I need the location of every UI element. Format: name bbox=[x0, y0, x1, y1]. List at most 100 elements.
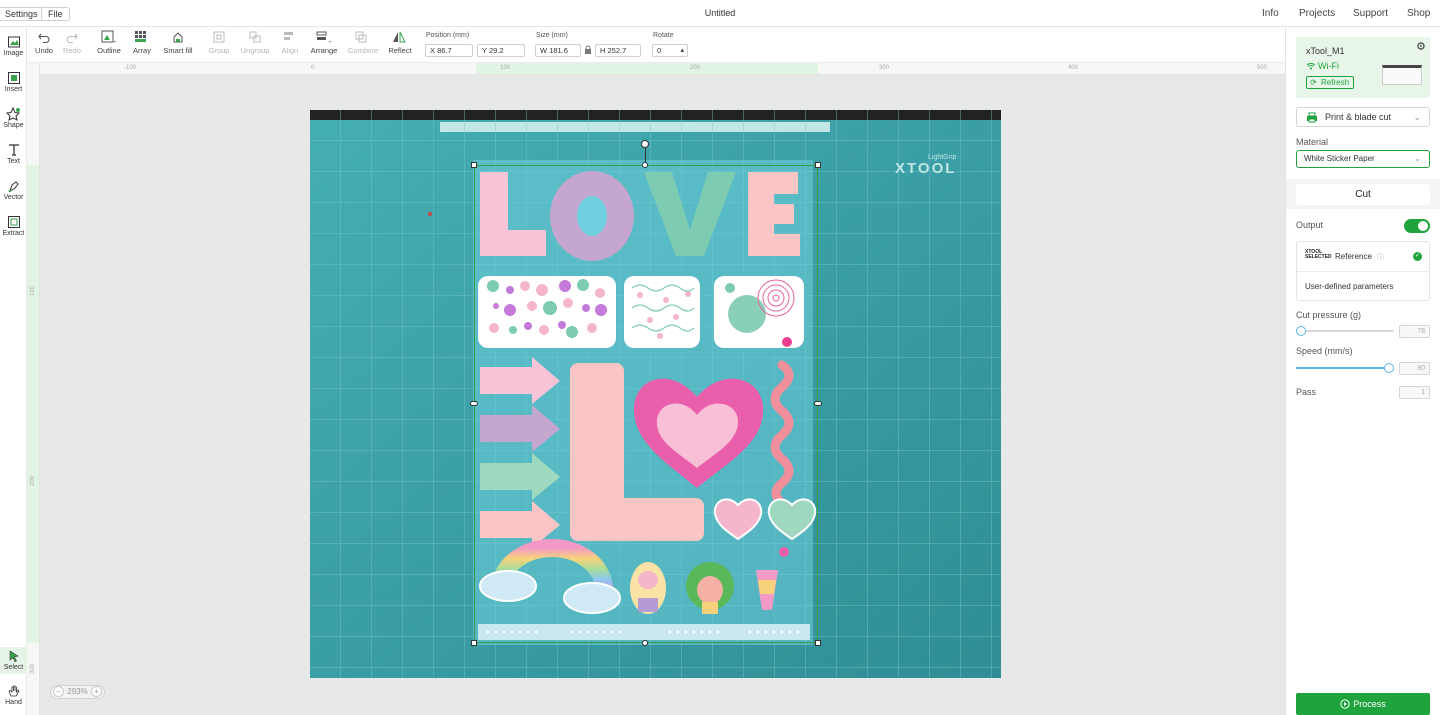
printer-icon bbox=[1307, 112, 1317, 123]
mat-sub-text: LightGrip bbox=[928, 154, 957, 161]
arrange-icon bbox=[316, 31, 331, 43]
material-label: Material bbox=[1296, 137, 1329, 147]
material-dropdown[interactable]: White Sticker Paper ⌄ bbox=[1296, 150, 1430, 168]
cut-pressure-slider[interactable] bbox=[1295, 326, 1394, 336]
ungroup-icon bbox=[249, 31, 261, 43]
resize-handle-right[interactable] bbox=[814, 401, 822, 406]
menu-bar: Settings File Untitled Info Projects Sup… bbox=[0, 0, 1440, 27]
cut-tab-bar: Cut bbox=[1286, 179, 1440, 209]
settings-button[interactable]: Settings bbox=[0, 7, 45, 21]
slider-knob[interactable] bbox=[1384, 363, 1395, 373]
shop-link[interactable]: Shop bbox=[1407, 8, 1430, 19]
reflect-icon bbox=[393, 31, 406, 43]
outline-icon bbox=[101, 30, 116, 43]
ruler-tick-label: 100 bbox=[30, 285, 37, 297]
canvas-area[interactable]: XTOOL LightGrip – 293% + bbox=[40, 75, 1285, 715]
check-icon: ✓ bbox=[1413, 252, 1422, 261]
ruler-tick-label: 300 bbox=[879, 65, 890, 71]
output-toggle[interactable] bbox=[1404, 219, 1430, 233]
ruler-tick-label: 200 bbox=[690, 65, 701, 71]
horizontal-ruler: -100 0 100 200 300 400 500 bbox=[40, 63, 1285, 75]
file-button[interactable]: File bbox=[41, 7, 70, 21]
insert-tool[interactable]: Insert bbox=[0, 71, 27, 93]
resize-handle-top[interactable] bbox=[642, 162, 648, 168]
group-icon bbox=[213, 31, 225, 43]
ruler-selection-highlight bbox=[476, 63, 818, 74]
rotate-input[interactable]: 0 ▴ bbox=[652, 44, 688, 57]
shape-tool[interactable]: Shape bbox=[0, 107, 27, 129]
hand-icon bbox=[7, 685, 20, 697]
ruler-tick-label: -100 bbox=[124, 65, 137, 71]
insert-icon bbox=[7, 72, 20, 84]
xtool-selected-logo: XTOOL SELECTED bbox=[1305, 249, 1332, 260]
select-tool[interactable]: Select bbox=[0, 647, 27, 674]
resize-handle-bl[interactable] bbox=[471, 640, 477, 646]
refresh-icon: ⟳ bbox=[1310, 78, 1317, 87]
array-button[interactable]: Array bbox=[122, 30, 162, 55]
resize-handle-bottom[interactable] bbox=[642, 640, 648, 646]
vector-tool[interactable]: Vector bbox=[0, 179, 27, 201]
rotate-handle-stem bbox=[645, 146, 646, 162]
ruler-tick-label: 0 bbox=[311, 65, 315, 71]
refresh-button[interactable]: ⟳ Refresh bbox=[1306, 76, 1355, 89]
zoom-control[interactable]: – 293% + bbox=[50, 685, 105, 699]
vertical-ruler: 100 200 300 bbox=[27, 63, 40, 715]
machine-name: xTool_M1 bbox=[1306, 46, 1345, 56]
slider-knob[interactable] bbox=[1295, 326, 1306, 336]
speed-label: Speed (mm/s) bbox=[1296, 346, 1353, 356]
machine-card[interactable]: xTool_M1 Wi-Fi ⟳ Refresh bbox=[1296, 37, 1430, 98]
pass-label: Pass bbox=[1296, 387, 1317, 397]
smart-fill-button[interactable]: Smart fill bbox=[158, 30, 198, 55]
size-height-input[interactable]: H 252.7 bbox=[595, 44, 641, 57]
resize-handle-tl[interactable] bbox=[471, 162, 477, 168]
ruler-tick-label: 500 bbox=[1257, 65, 1268, 71]
zoom-in-button[interactable]: + bbox=[91, 686, 102, 697]
pass-input[interactable]: 1 bbox=[1399, 386, 1430, 399]
machine-image bbox=[1382, 65, 1422, 85]
ruler-tick-label: 300 bbox=[30, 663, 37, 675]
extract-tool[interactable]: Extract bbox=[0, 215, 27, 237]
support-link[interactable]: Support bbox=[1353, 8, 1388, 19]
tab-cut[interactable]: Cut bbox=[1296, 184, 1430, 205]
image-tool[interactable]: Image bbox=[0, 35, 27, 57]
text-tool[interactable]: Text bbox=[0, 143, 27, 165]
play-icon bbox=[1340, 699, 1350, 709]
info-link[interactable]: Info bbox=[1262, 8, 1279, 19]
resize-handle-br[interactable] bbox=[815, 640, 821, 646]
selection-box[interactable] bbox=[470, 140, 822, 646]
position-x-input[interactable]: X 86.7 bbox=[425, 44, 473, 57]
info-icon[interactable]: ⓘ bbox=[1377, 252, 1384, 262]
smart-fill-icon bbox=[173, 32, 183, 43]
zoom-out-button[interactable]: – bbox=[53, 686, 64, 697]
cut-pressure-input[interactable]: 78 bbox=[1399, 325, 1430, 338]
hand-tool[interactable]: Hand bbox=[0, 684, 27, 706]
cut-pressure-label: Cut pressure (g) bbox=[1296, 310, 1362, 320]
resize-handle-tr[interactable] bbox=[815, 162, 821, 168]
lock-icon[interactable] bbox=[584, 45, 592, 55]
toggle-knob bbox=[1418, 221, 1428, 231]
gear-icon[interactable] bbox=[1416, 41, 1426, 51]
user-defined-option[interactable]: User-defined parameters bbox=[1305, 282, 1393, 291]
arrange-button[interactable]: Arrange bbox=[304, 30, 344, 55]
position-y-input[interactable]: Y 29.2 bbox=[477, 44, 525, 57]
reflect-button[interactable]: Reflect bbox=[380, 30, 420, 55]
extract-icon bbox=[7, 216, 20, 228]
edit-toolbar: Undo Redo Outline Array Smart fill Group… bbox=[27, 27, 1285, 63]
chevron-down-icon: ⌄ bbox=[1414, 154, 1421, 163]
size-width-input[interactable]: W 181.6 bbox=[535, 44, 581, 57]
redo-button[interactable]: Redo bbox=[52, 30, 92, 55]
speed-slider[interactable] bbox=[1296, 363, 1395, 373]
ruler-tick-label: 100 bbox=[500, 65, 511, 71]
speed-input[interactable]: 80 bbox=[1399, 362, 1430, 375]
pen-icon bbox=[8, 181, 19, 193]
resize-handle-left[interactable] bbox=[470, 401, 478, 406]
rotate-handle[interactable] bbox=[641, 140, 649, 148]
document-title: Untitled bbox=[704, 8, 736, 18]
process-button[interactable]: Process bbox=[1296, 693, 1430, 715]
mode-dropdown[interactable]: Print & blade cut ⌄ bbox=[1296, 107, 1430, 127]
group-button[interactable]: Group bbox=[199, 30, 239, 55]
combine-button[interactable]: Combine bbox=[343, 30, 383, 55]
projects-link[interactable]: Projects bbox=[1299, 8, 1335, 19]
ungroup-button[interactable]: Ungroup bbox=[235, 30, 275, 55]
reference-option[interactable]: XTOOL SELECTED Reference ⓘ ✓ bbox=[1297, 242, 1429, 272]
